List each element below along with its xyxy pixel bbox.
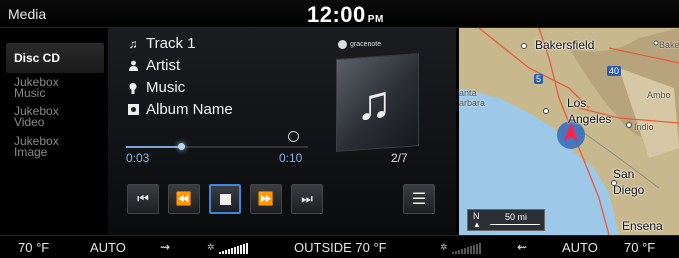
album-icon <box>126 103 140 117</box>
scale-distance: 50 mi <box>505 212 528 222</box>
sidebar-item-jukebox-video[interactable]: Jukebox Video <box>6 105 104 129</box>
sidebar-item-jukebox-music[interactable]: Jukebox Music <box>6 76 104 100</box>
album-row: Album Name <box>126 101 233 118</box>
map-label-los: Los <box>567 96 587 110</box>
clock-time: 12:00 <box>307 2 366 27</box>
fan-icon: ✲ <box>207 242 215 252</box>
search-icon[interactable] <box>288 131 299 142</box>
next-track-button[interactable]: ⏭ <box>291 184 323 214</box>
sidebar-item-label: Video <box>14 115 45 129</box>
music-note-icon: ♫ <box>128 36 138 51</box>
skip-back-icon: ⏮ <box>137 191 149 206</box>
stop-icon <box>219 193 231 205</box>
gracenote-label: gracenote <box>350 41 382 48</box>
stop-button[interactable] <box>209 184 241 214</box>
map-label-santa: anta <box>459 88 477 98</box>
page-title: Media <box>8 6 47 22</box>
passenger-temp[interactable]: 70 °F <box>624 240 655 255</box>
playlist-button[interactable]: ☰ <box>403 184 435 214</box>
map-label-indio: Indio <box>634 122 654 132</box>
climate-bar: 70 °F AUTO ⇝ ✲ OUTSIDE 70 °F ✲ ⇜ AUTO 70… <box>0 235 679 258</box>
progress-handle[interactable] <box>177 143 185 150</box>
driver-auto[interactable]: AUTO <box>90 240 126 255</box>
map-label-san: San <box>613 167 635 181</box>
clock-ampm: PM <box>367 14 384 25</box>
airflow-icon[interactable]: ⇝ <box>160 240 170 254</box>
outside-temp: OUTSIDE 70 °F <box>294 240 387 255</box>
rewind-button[interactable]: ⏪ <box>168 184 200 214</box>
passenger-auto[interactable]: AUTO <box>562 240 598 255</box>
source-sidebar: Disc CD Jukebox Music Jukebox Video Juke… <box>6 40 104 235</box>
clock: 12:00 PM <box>307 2 384 28</box>
person-icon <box>126 59 140 73</box>
fan-icon: ✲ <box>440 242 448 252</box>
genre-name: Music <box>146 79 186 96</box>
artist-name: Artist <box>146 57 181 74</box>
music-note-icon: ♫ <box>356 77 392 130</box>
airflow-icon[interactable]: ⇜ <box>517 240 527 254</box>
media-screen: Media 12:00 PM Disc CD Jukebox Music Juke… <box>0 0 679 258</box>
fan-speed-left[interactable] <box>219 243 248 254</box>
driver-temp[interactable]: 70 °F <box>18 240 49 255</box>
sidebar-item-jukebox-image[interactable]: Jukebox Image <box>6 135 104 159</box>
track-title: Track 1 <box>146 35 196 52</box>
route-shield-5: 5 <box>534 74 544 84</box>
scale-bar <box>490 224 540 225</box>
previous-track-button[interactable]: ⏮ <box>127 184 159 214</box>
fast-forward-button[interactable]: ⏩ <box>250 184 282 214</box>
artist-row: Artist <box>126 57 180 74</box>
map-label-ambo: Ambo <box>647 90 671 100</box>
skip-forward-icon: ⏭ <box>301 191 313 206</box>
north-arrow-icon: ▲ <box>473 220 481 229</box>
map-label-bakersfield: Bakersfield <box>535 38 595 52</box>
gracenote-logo: gracenote <box>338 40 381 49</box>
track-title-row: ♫ Track 1 <box>126 35 196 52</box>
progress-fill <box>126 146 181 148</box>
now-playing-panel: ♫ Track 1 Artist Music Album Name gracen… <box>108 28 456 235</box>
elapsed-time: 0:03 <box>126 151 150 165</box>
map-label-diego: Diego <box>613 183 645 197</box>
sidebar-item-label: Disc CD <box>14 51 61 65</box>
navigation-map[interactable]: Bakersfield Bake anta arbara Los Angeles… <box>459 28 679 235</box>
genre-icon <box>126 81 140 95</box>
track-position: 2/7 <box>391 151 408 165</box>
fan-speed-right[interactable] <box>452 243 481 254</box>
list-icon: ☰ <box>411 191 427 208</box>
map-scale: N ▲ 50 mi <box>467 209 545 231</box>
album-name: Album Name <box>146 101 233 118</box>
total-time: 0:10 <box>279 151 303 165</box>
status-bar: Media 12:00 PM <box>0 0 679 28</box>
fast-forward-icon: ⏩ <box>257 191 275 206</box>
rewind-icon: ⏪ <box>175 191 193 206</box>
route-shield-40: 40 <box>607 66 622 76</box>
map-label-ensena: Ensena <box>622 219 663 233</box>
map-label-angeles: Angeles <box>568 112 612 126</box>
sidebar-item-disc-cd[interactable]: Disc CD <box>6 43 104 73</box>
sidebar-item-label: Image <box>14 145 48 159</box>
map-label-bake: Bake <box>659 40 679 50</box>
sidebar-item-label: Music <box>14 86 46 100</box>
gracenote-icon <box>338 40 347 49</box>
genre-row: Music <box>126 79 185 96</box>
map-label-barbara: arbara <box>459 98 486 108</box>
